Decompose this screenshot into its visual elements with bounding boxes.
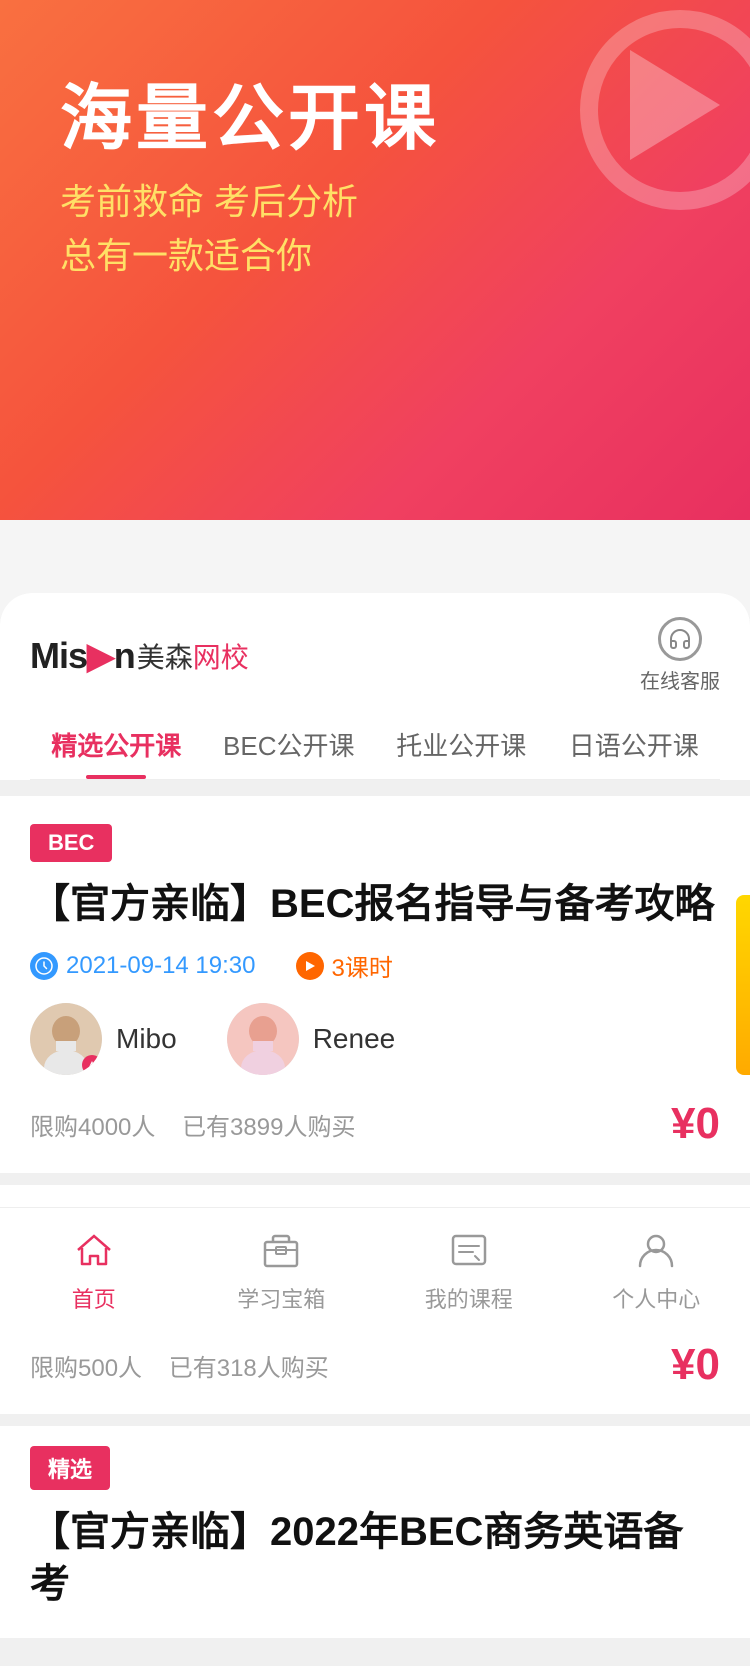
nav-home-label: 首页 xyxy=(72,1282,116,1314)
tab-toeic-courses[interactable]: 托业公开课 xyxy=(375,710,548,779)
nav-my-courses-label: 我的课程 xyxy=(425,1282,513,1314)
tab-bec-courses[interactable]: BEC公开课 xyxy=(203,710,376,779)
nav-home[interactable]: 首页 xyxy=(0,1208,188,1334)
nav-tabs: 精选公开课 BEC公开课 托业公开课 日语公开课 xyxy=(30,710,720,780)
clock-icon xyxy=(30,952,58,980)
nav-profile-label: 个人中心 xyxy=(612,1282,700,1314)
nav-study-box-label: 学习宝箱 xyxy=(237,1282,325,1314)
purchase-row: 限购4000人 已有3899人购买 ¥0 xyxy=(30,1099,720,1149)
second-course-price: ¥0 xyxy=(671,1340,720,1390)
lessons-value: 3课时 xyxy=(332,948,393,983)
teacher-avatar-renee xyxy=(227,1003,299,1075)
app-header: Mis▶n 美森网校 在线客服 精选公开课 BEC公开 xyxy=(0,593,750,780)
teacher-name-mibo: Mibo xyxy=(116,1023,177,1055)
app-logo: Mis▶n 美森网校 xyxy=(30,635,249,677)
home-icon xyxy=(68,1224,120,1276)
box-icon xyxy=(255,1224,307,1276)
teacher-badge xyxy=(82,1055,102,1075)
subtitle-line1: 考前救命 考后分析 xyxy=(60,175,690,229)
course-price: ¥0 xyxy=(671,1099,720,1149)
yellow-accent-bar xyxy=(736,895,750,1075)
subtitle-line2: 总有一款适合你 xyxy=(60,229,690,283)
person-icon xyxy=(630,1224,682,1276)
play-icon xyxy=(296,952,324,980)
header-subtitle: 考前救命 考后分析 总有一款适合你 xyxy=(60,175,690,283)
course-badge: BEC xyxy=(30,824,112,862)
main-card: Mis▶n 美森网校 在线客服 精选公开课 BEC公开 xyxy=(0,593,750,1666)
purchase-info: 限购4000人 已有3899人购买 xyxy=(30,1107,355,1142)
second-purchase-row: 限购500人 已有318人购买 ¥0 xyxy=(30,1340,720,1390)
third-course-card[interactable]: 精选 【官方亲临】2022年BEC商务英语备考 xyxy=(0,1426,750,1638)
nav-study-box[interactable]: 学习宝箱 xyxy=(188,1208,376,1334)
featured-course-card[interactable]: BEC 【官方亲临】BEC报名指导与备考攻略 2021-09-14 19:30 xyxy=(0,796,750,1173)
teacher-mibo: Mibo xyxy=(30,1003,177,1075)
course-date: 2021-09-14 19:30 xyxy=(30,952,256,980)
logo-text: Mis▶n xyxy=(30,635,135,677)
teachers-row: Mibo Renee xyxy=(30,1003,720,1075)
teacher-avatar-mibo xyxy=(30,1003,102,1075)
tab-japanese-courses[interactable]: 日语公开课 xyxy=(548,710,721,779)
customer-service-label: 在线客服 xyxy=(640,665,720,694)
teacher-name-renee: Renee xyxy=(313,1023,396,1055)
course-meta: 2021-09-14 19:30 3课时 xyxy=(30,948,720,983)
page-title: 海量公开课 xyxy=(60,80,690,159)
header-content: 海量公开课 考前救命 考后分析 总有一款适合你 xyxy=(0,0,750,313)
limit-text: 限购4000人 xyxy=(30,1114,155,1141)
course-icon xyxy=(443,1224,495,1276)
tab-selected-courses[interactable]: 精选公开课 xyxy=(30,710,203,779)
buyers-text: 已有3899人购买 xyxy=(182,1114,355,1141)
logo-chinese: 美森网校 xyxy=(137,636,249,676)
second-limit-text: 限购500人 xyxy=(30,1355,142,1382)
second-buyers-text: 已有318人购买 xyxy=(169,1355,329,1382)
date-value: 2021-09-14 19:30 xyxy=(66,952,256,980)
customer-service-button[interactable]: 在线客服 xyxy=(640,617,720,694)
third-course-title: 【官方亲临】2022年BEC商务英语备考 xyxy=(30,1506,720,1610)
course-title: 【官方亲临】BEC报名指导与备考攻略 xyxy=(30,878,720,930)
second-purchase-info: 限购500人 已有318人购买 xyxy=(30,1348,329,1383)
teacher-renee: Renee xyxy=(227,1003,396,1075)
nav-profile[interactable]: 个人中心 xyxy=(563,1208,750,1334)
bottom-navigation: 首页 学习宝箱 我的课程 个人中心 xyxy=(0,1207,750,1334)
third-course-badge: 精选 xyxy=(30,1446,110,1490)
course-lessons: 3课时 xyxy=(296,948,393,983)
nav-my-courses[interactable]: 我的课程 xyxy=(375,1208,563,1334)
headset-icon xyxy=(658,617,702,661)
